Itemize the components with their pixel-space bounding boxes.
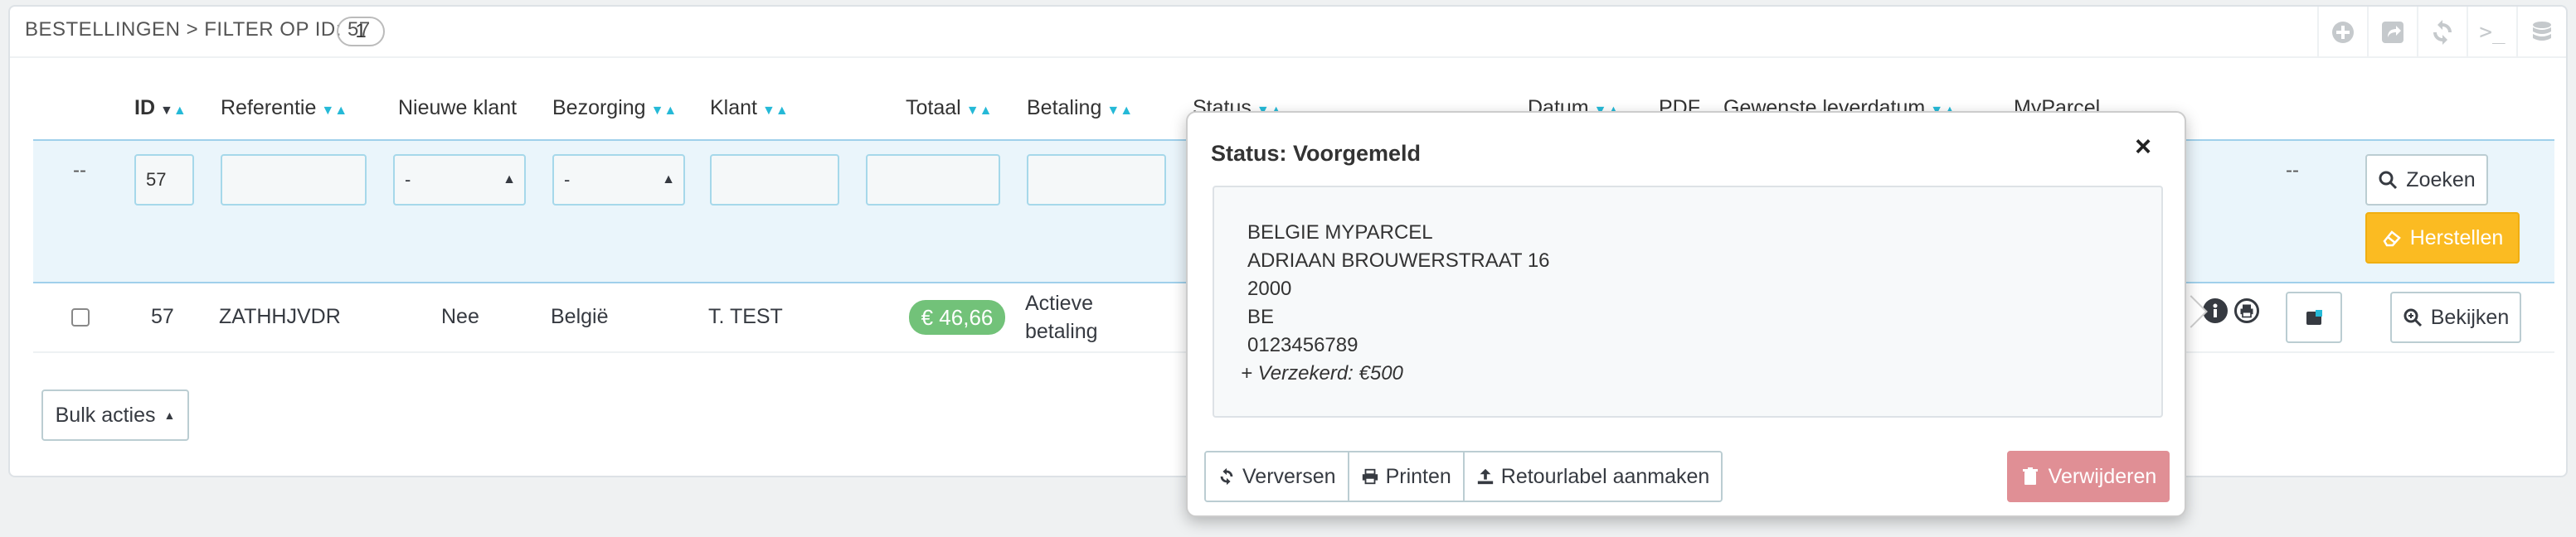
result-count-badge: 1 <box>337 17 385 46</box>
row-betaling-line1: Actieve <box>1025 292 1093 315</box>
label-icon <box>2306 310 2322 325</box>
bekijken-button[interactable]: Bekijken <box>2390 292 2521 343</box>
label-action-button[interactable] <box>2286 292 2342 343</box>
caret-up-icon: ▲ <box>163 409 176 422</box>
nieuwe-klant-filter-select[interactable]: - ▲ <box>393 154 526 206</box>
export-icon[interactable] <box>2367 7 2417 58</box>
select-arrows-icon: ▲ <box>503 172 516 186</box>
column-header-referentie[interactable]: Referentie ▼▲ <box>221 96 348 120</box>
sort-icon[interactable]: ▼▲ <box>321 104 348 118</box>
address-insured: + Verzekerd: €500 <box>1241 362 1403 385</box>
filter-dash-right: -- <box>2286 159 2299 181</box>
verversen-label: Verversen <box>1242 464 1336 488</box>
row-bezorging: België <box>551 305 609 328</box>
column-header-betaling-label: Betaling <box>1027 96 1102 119</box>
select-arrows-icon: ▲ <box>662 172 675 186</box>
sort-icon[interactable]: ▼▲ <box>762 104 789 118</box>
sort-icon[interactable]: ▼▲ <box>1106 104 1133 118</box>
filter-dash: -- <box>73 159 86 181</box>
bulk-actions-button[interactable]: Bulk acties ▲ <box>41 389 189 441</box>
popover-action-group: Verversen Printen Retourlabel aanmaken <box>1204 451 1723 502</box>
bezorging-selected-value: - <box>564 169 571 190</box>
column-header-referentie-label: Referentie <box>221 96 317 119</box>
sort-icon[interactable]: ▼▲ <box>651 104 678 118</box>
row-nieuwe-klant: Nee <box>441 305 479 328</box>
verwijderen-label: Verwijderen <box>2048 464 2157 488</box>
address-country: BE <box>1247 306 1275 328</box>
address-box: BELGIE MYPARCEL ADRIAAN BROUWERSTRAAT 16… <box>1213 186 2163 418</box>
column-header-betaling[interactable]: Betaling ▼▲ <box>1027 96 1133 120</box>
column-header-nieuwe-klant: Nieuwe klant <box>398 96 518 119</box>
bezorging-filter-select[interactable]: - ▲ <box>552 154 685 206</box>
column-header-klant[interactable]: Klant ▼▲ <box>710 96 789 120</box>
panel-heading: BESTELLINGEN > FILTER OP ID: 57 1 >_ <box>10 7 2566 58</box>
printen-label: Printen <box>1385 464 1451 488</box>
close-icon[interactable]: × <box>2135 131 2151 163</box>
eraser-icon <box>2383 230 2401 247</box>
sort-icon[interactable]: ▼▲ <box>966 104 993 118</box>
row-referentie: ZATHHJVDR <box>219 305 341 328</box>
row-id: 57 <box>151 305 174 328</box>
nieuwe-klant-selected-value: - <box>405 169 411 190</box>
address-postcode: 2000 <box>1247 278 1292 300</box>
address-phone: 0123456789 <box>1247 334 1358 356</box>
refresh-icon <box>1220 467 1233 486</box>
herstellen-button[interactable]: Herstellen <box>2365 212 2520 264</box>
betaling-filter-input[interactable] <box>1027 154 1166 206</box>
referentie-filter-input[interactable] <box>221 154 367 206</box>
address-street: ADRIAAN BROUWERSTRAAT 16 <box>1247 249 1550 272</box>
verwijderen-button[interactable]: Verwijderen <box>2007 451 2170 502</box>
column-header-bezorging[interactable]: Bezorging ▼▲ <box>552 96 677 120</box>
status-popover: Status: Voorgemeld × BELGIE MYPARCEL ADR… <box>1186 111 2186 517</box>
page-title: BESTELLINGEN > FILTER OP ID: 57 <box>25 18 371 41</box>
column-header-klant-label: Klant <box>710 96 757 119</box>
column-header-id[interactable]: ID ▼▲ <box>134 96 187 120</box>
print-status-icon[interactable] <box>2234 298 2259 323</box>
toolbar: >_ <box>2317 7 2566 58</box>
id-filter-input[interactable]: 57 <box>134 154 194 206</box>
bulk-actions-label: Bulk acties <box>55 403 156 427</box>
row-checkbox[interactable] <box>71 308 90 327</box>
popover-title: Status: Voorgemeld <box>1211 141 1422 166</box>
column-header-totaal-label: Totaal <box>906 96 961 119</box>
klant-filter-input[interactable] <box>710 154 839 206</box>
row-betaling-line2: betaling <box>1025 320 1098 343</box>
row-klant: T. TEST <box>708 305 783 328</box>
search-icon <box>2379 171 2398 190</box>
refresh-icon[interactable] <box>2417 7 2467 58</box>
terminal-icon[interactable]: >_ <box>2467 7 2516 58</box>
herstellen-label: Herstellen <box>2409 225 2504 249</box>
upload-icon <box>1477 468 1493 485</box>
retourlabel-button[interactable]: Retourlabel aanmaken <box>1464 452 1722 501</box>
row-totaal-badge: € 46,66 <box>909 300 1005 335</box>
column-header-id-label: ID <box>134 96 155 119</box>
column-header-totaal[interactable]: Totaal ▼▲ <box>906 96 992 120</box>
add-icon[interactable] <box>2317 7 2367 58</box>
printen-button[interactable]: Printen <box>1349 452 1465 501</box>
trash-icon <box>2022 467 2038 485</box>
retourlabel-label: Retourlabel aanmaken <box>1500 464 1710 488</box>
address-name: BELGIE MYPARCEL <box>1247 221 1433 244</box>
totaal-filter-input[interactable] <box>866 154 1000 206</box>
database-icon[interactable] <box>2516 7 2566 58</box>
zoom-icon <box>2403 308 2422 327</box>
sort-icon[interactable]: ▼▲ <box>160 104 187 118</box>
bekijken-label: Bekijken <box>2430 305 2510 329</box>
column-header-bezorging-label: Bezorging <box>552 96 646 119</box>
verversen-button[interactable]: Verversen <box>1206 452 1349 501</box>
print-icon <box>1362 468 1378 485</box>
zoeken-label: Zoeken <box>2406 167 2476 191</box>
zoeken-button[interactable]: Zoeken <box>2365 154 2488 206</box>
